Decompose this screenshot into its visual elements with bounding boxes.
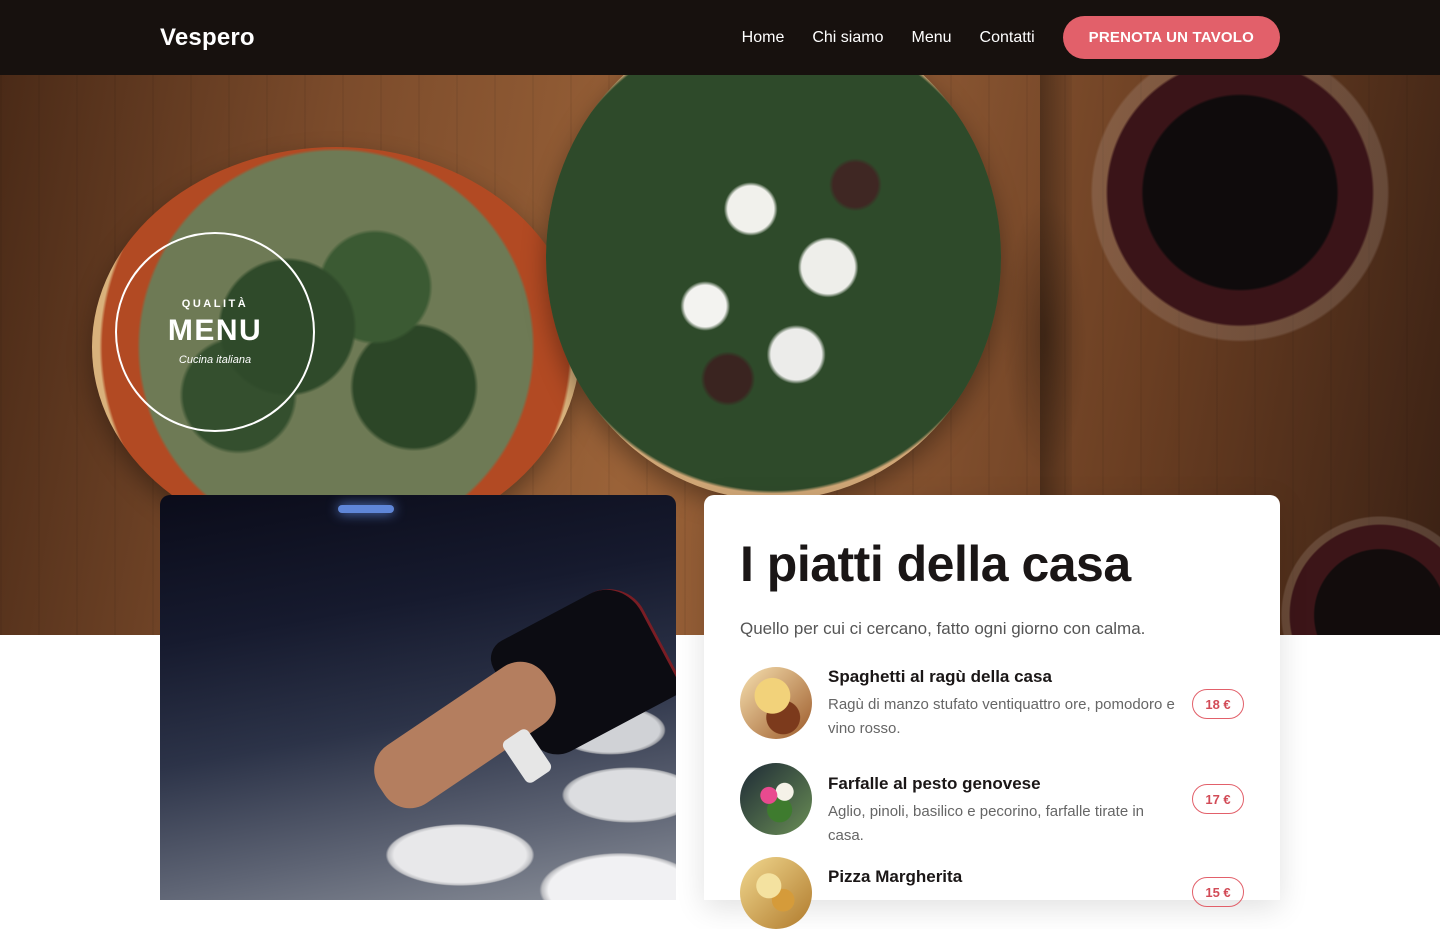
dish-description: Ragù di manzo stufato ventiquattro ore, …: [828, 696, 1175, 737]
main-nav: Home Chi siamo Menu Contatti PRENOTA UN …: [742, 16, 1280, 59]
dish-item[interactable]: Farfalle al pesto genovese Aglio, pinoli…: [740, 763, 1244, 844]
house-dishes-card: I piatti della casa Quello per cui ci ce…: [704, 495, 1280, 929]
dish-thumbnail: [740, 857, 812, 929]
dish-item[interactable]: Pizza Margherita 15 €: [740, 857, 1244, 929]
dish-price: 18 €: [1192, 689, 1244, 719]
dish-item[interactable]: Spaghetti al ragù della casa Ragù di man…: [740, 667, 1244, 747]
wine-glass-image: [1075, 75, 1405, 385]
pizza-image-right: [546, 75, 1001, 500]
nav-link-contatti[interactable]: Contatti: [980, 29, 1035, 47]
top-navbar: Vespero Home Chi siamo Menu Contatti PRE…: [0, 0, 1440, 75]
book-table-button[interactable]: PRENOTA UN TAVOLO: [1062, 16, 1280, 59]
menu-section-subtitle: Quello per cui ci cercano, fatto ogni gi…: [740, 619, 1146, 638]
dish-price: 15 €: [1192, 877, 1244, 907]
wine-glass-image-2: [1270, 495, 1440, 635]
dish-thumbnail: [740, 667, 812, 739]
nav-link-chi-siamo[interactable]: Chi siamo: [812, 29, 883, 47]
nav-link-home[interactable]: Home: [742, 29, 785, 47]
menu-section-title: I piatti della casa: [740, 536, 1131, 592]
badge-eyebrow: QUALITÀ: [181, 298, 249, 310]
dish-name: Farfalle al pesto genovese: [828, 774, 1041, 793]
menu-badge: QUALITÀ MENU Cucina italiana: [115, 232, 315, 432]
kitchen-light: [338, 505, 394, 513]
dish-description: Aglio, pinoli, basilico e pecorino, farf…: [828, 803, 1145, 844]
nav-link-menu[interactable]: Menu: [911, 29, 951, 47]
badge-title: MENU: [167, 314, 263, 347]
dish-name: Pizza Margherita: [828, 867, 963, 886]
badge-subtitle: Cucina italiana: [178, 354, 252, 366]
dish-price: 17 €: [1192, 784, 1244, 814]
chef-plating-photo: [160, 495, 676, 900]
dish-thumbnail: [740, 763, 812, 835]
dish-name: Spaghetti al ragù della casa: [828, 667, 1052, 686]
brand-logo[interactable]: Vespero: [160, 24, 255, 52]
